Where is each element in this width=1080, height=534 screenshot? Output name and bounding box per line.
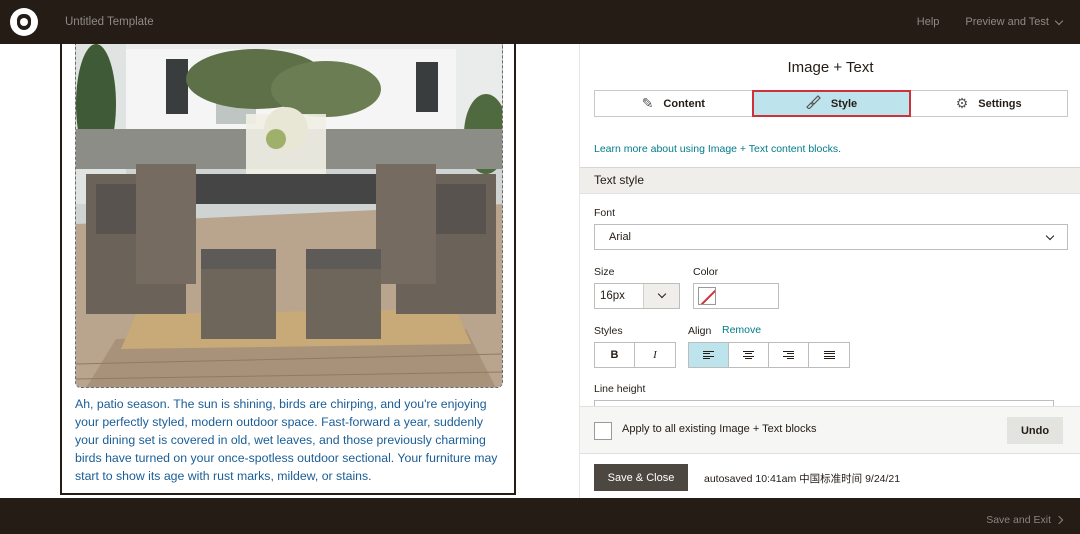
top-bar: Untitled Template Help Preview and Test: [0, 0, 1080, 44]
preview-and-test-label: Preview and Test: [965, 16, 1049, 28]
italic-button[interactable]: I: [635, 343, 675, 367]
size-label: Size: [594, 266, 615, 278]
align-center-button[interactable]: [729, 343, 769, 367]
text-styles-group: B I: [594, 342, 676, 368]
font-select[interactable]: Arial: [594, 224, 1068, 250]
align-label: Align: [688, 325, 712, 337]
font-label: Font: [594, 207, 616, 219]
chevron-down-icon: [1054, 16, 1064, 25]
email-preview: Ah, patio season. The sun is shining, bi…: [60, 44, 516, 495]
paintbrush-icon: [805, 95, 821, 112]
align-center-icon: [743, 351, 754, 359]
font-select-value: Arial: [609, 231, 632, 243]
block-editor-panel: Image + Text ✎ Content Style ⚙ Settings …: [579, 44, 1080, 498]
template-name[interactable]: Untitled Template: [65, 16, 154, 28]
apply-to-all-bar: Apply to all existing Image + Text block…: [580, 406, 1080, 454]
chevron-down-icon: [643, 284, 679, 308]
tab-style-label: Style: [830, 97, 858, 110]
font-size-select[interactable]: 16px: [594, 283, 680, 309]
align-right-icon: [783, 351, 794, 359]
tab-content[interactable]: ✎ Content: [595, 91, 753, 116]
tab-style[interactable]: Style: [751, 90, 912, 117]
panel-title: Image + Text: [787, 59, 874, 76]
bottom-bar: Save and Exit: [0, 498, 1080, 534]
save-and-exit-link[interactable]: Save and Exit: [986, 514, 1064, 526]
bold-button[interactable]: B: [595, 343, 635, 367]
color-label: Color: [693, 266, 719, 278]
line-height-label: Line height: [594, 383, 646, 395]
tab-content-label: Content: [663, 97, 705, 110]
save-and-close-button[interactable]: Save & Close: [594, 464, 688, 491]
remove-align-link[interactable]: Remove: [722, 324, 761, 336]
align-justify-icon: [823, 351, 835, 359]
no-color-swatch-icon: [698, 287, 716, 305]
patio-furniture-image[interactable]: [75, 44, 503, 388]
save-and-exit-label: Save and Exit: [986, 514, 1051, 526]
align-right-button[interactable]: [769, 343, 809, 367]
autosave-status: autosaved 10:41am 中国标准时间 9/24/21: [704, 473, 901, 485]
mailchimp-logo-icon[interactable]: [10, 8, 38, 36]
text-align-group: [688, 342, 850, 368]
color-picker[interactable]: [693, 283, 779, 309]
patio-scene-illustration: [76, 44, 502, 387]
undo-button[interactable]: Undo: [1007, 417, 1063, 444]
editor-tabs: ✎ Content Style ⚙ Settings: [594, 90, 1068, 117]
help-link[interactable]: Help: [917, 16, 940, 28]
top-bar-actions: Help Preview and Test: [917, 16, 1080, 28]
tab-settings[interactable]: ⚙ Settings: [910, 91, 1067, 116]
apply-to-all-checkbox[interactable]: [594, 422, 612, 440]
chevron-down-icon: [1045, 231, 1055, 241]
preview-and-test-menu[interactable]: Preview and Test: [965, 16, 1064, 28]
align-left-icon: [703, 351, 714, 359]
align-left-button[interactable]: [689, 343, 729, 367]
styles-label: Styles: [594, 325, 623, 337]
learn-more-link[interactable]: Learn more about using Image + Text cont…: [594, 143, 841, 155]
gear-icon: ⚙: [955, 95, 969, 111]
apply-to-all-label[interactable]: Apply to all existing Image + Text block…: [622, 423, 817, 435]
pencil-icon: ✎: [641, 95, 654, 111]
text-style-section-header[interactable]: Text style: [580, 167, 1080, 194]
preview-body-text[interactable]: Ah, patio season. The sun is shining, bi…: [75, 395, 500, 485]
font-size-value: 16px: [600, 290, 625, 302]
align-justify-button[interactable]: [809, 343, 849, 367]
chevron-right-icon: [1054, 515, 1064, 525]
tab-settings-label: Settings: [978, 97, 1022, 110]
